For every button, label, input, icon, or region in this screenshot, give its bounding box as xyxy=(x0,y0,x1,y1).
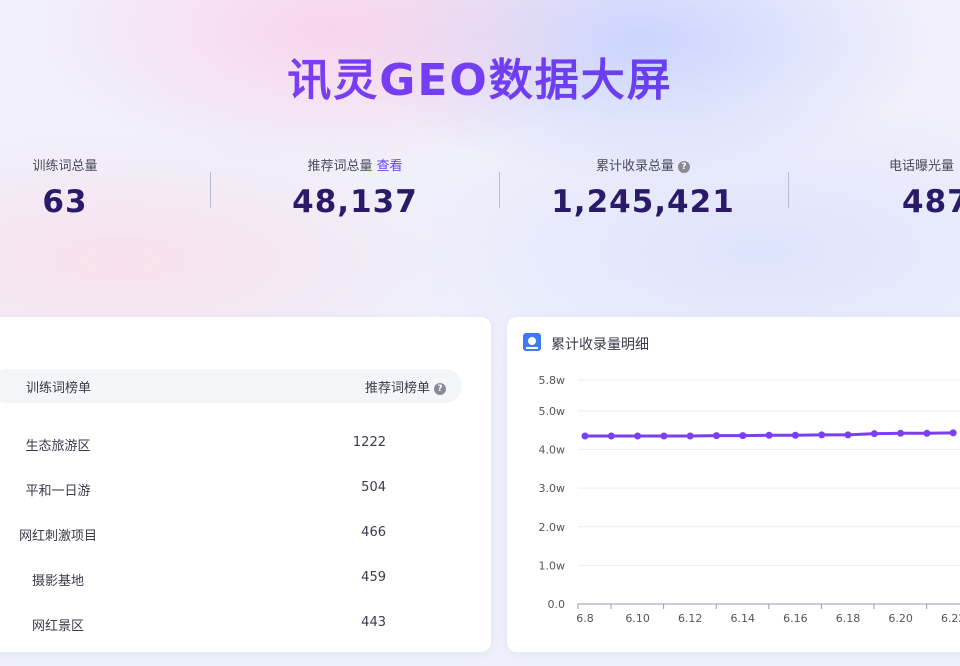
y-tick-label: 5.8w xyxy=(539,374,566,387)
help-icon[interactable]: ? xyxy=(678,160,690,173)
ranking-header: 训练词榜单 推荐词榜单? xyxy=(0,369,462,403)
stat-value: 63 xyxy=(42,184,88,220)
indexed-chart-card: 累计收录量明细 0.0 1.0w 2.0w 3.0w 4.0w 5.0w 5.8w 6.8 6.… xyxy=(507,317,960,652)
data-point xyxy=(870,430,878,438)
ranking-card: 训练词榜单 推荐词榜单? 生态旅游区 1222 平和一日游 504 网红刺激项目… xyxy=(0,317,491,652)
stat-label: 训练词总量 xyxy=(32,159,98,174)
stat-divider xyxy=(499,172,500,208)
y-tick-label: 4.0w xyxy=(539,444,566,457)
y-tick-label: 0.0 xyxy=(548,598,566,611)
x-tick-label: 6.8 xyxy=(576,612,594,625)
data-point xyxy=(739,432,747,440)
table-row[interactable]: 平和一日游 504 xyxy=(0,468,450,512)
stat-value: 487 xyxy=(902,184,960,220)
keyword-count: 459 xyxy=(361,570,386,585)
table-row[interactable]: 网红刺激项目 466 xyxy=(0,513,450,557)
y-tick-label: 3.0w xyxy=(539,482,566,495)
stat-label: 电话曝光量 xyxy=(889,159,955,174)
tab-training-ranking[interactable]: 训练词榜单 xyxy=(26,377,91,396)
x-tick-label: 6.10 xyxy=(625,612,650,625)
keyword-count: 466 xyxy=(361,525,386,540)
data-point xyxy=(791,431,799,439)
stat-training-words: 训练词总量 63 xyxy=(0,158,180,220)
y-tick-label: 5.0w xyxy=(539,405,566,418)
data-point xyxy=(581,432,589,440)
data-point xyxy=(897,429,905,437)
x-tick-label: 6.14 xyxy=(731,612,756,625)
table-row[interactable]: 网红景区 443 xyxy=(0,603,450,647)
stat-label: 累计收录总量 xyxy=(595,159,674,174)
data-point xyxy=(818,431,826,439)
stat-value: 48,137 xyxy=(292,184,418,220)
x-tick-label: 6.22 xyxy=(941,612,960,625)
stat-value: 1,245,421 xyxy=(551,184,735,220)
stat-phone-exposure: 电话曝光量 487 xyxy=(810,158,960,220)
tab-recommended-ranking[interactable]: 推荐词榜单 xyxy=(365,381,430,396)
table-row[interactable]: 生态旅游区 1222 xyxy=(0,423,450,467)
view-link[interactable]: 查看 xyxy=(377,159,403,174)
x-tick-label: 6.16 xyxy=(783,612,808,625)
data-point xyxy=(844,431,852,439)
keyword: 生态旅游区 xyxy=(25,439,91,454)
data-point xyxy=(765,431,773,439)
keyword: 摄影基地 xyxy=(31,574,84,589)
page-title: 讯灵GEO数据大屏 xyxy=(0,44,960,108)
y-tick-label: 2.0w xyxy=(539,521,566,534)
keyword: 网红景区 xyxy=(31,619,84,634)
x-tick-label: 6.20 xyxy=(888,612,913,625)
data-point xyxy=(634,432,642,440)
stat-divider xyxy=(210,172,211,208)
x-tick-label: 6.12 xyxy=(678,612,703,625)
data-point xyxy=(923,429,931,437)
stat-divider xyxy=(788,172,789,208)
keyword: 平和一日游 xyxy=(25,484,91,499)
stat-label: 推荐词总量 xyxy=(307,159,373,174)
help-icon[interactable]: ? xyxy=(434,382,446,395)
data-point xyxy=(660,432,668,440)
keyword: 网红刺激项目 xyxy=(18,529,97,544)
table-row[interactable]: 摄影基地 459 xyxy=(0,558,450,602)
data-point xyxy=(607,432,615,440)
keyword-count: 443 xyxy=(361,615,386,630)
stat-total-indexed: 累计收录总量? 1,245,421 xyxy=(528,158,758,220)
line-chart: 0.0 1.0w 2.0w 3.0w 4.0w 5.0w 5.8w 6.8 6.10 6.12 6.… xyxy=(539,374,960,625)
x-tick-label: 6.18 xyxy=(836,612,861,625)
data-point xyxy=(713,432,720,440)
keyword-count: 1222 xyxy=(352,435,386,450)
data-point xyxy=(686,432,694,440)
y-tick-label: 1.0w xyxy=(539,559,566,572)
stat-recommended-words: 推荐词总量 查看 48,137 xyxy=(240,158,470,220)
data-point xyxy=(949,429,957,437)
keyword-count: 504 xyxy=(361,480,386,495)
